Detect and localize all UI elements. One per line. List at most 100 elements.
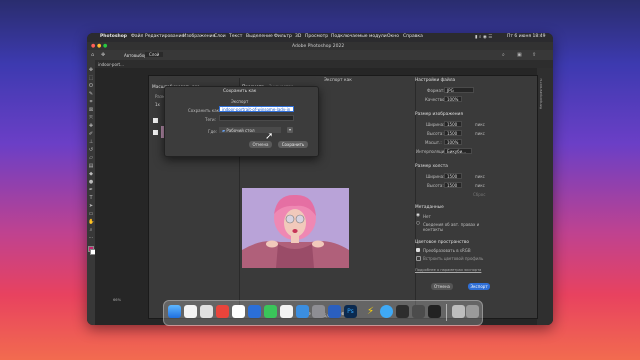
facetime-icon[interactable] [264,305,277,318]
canvas-height-input[interactable]: 1500 [444,182,462,188]
metadata-copyright-radio[interactable]: ○ [416,221,420,226]
safari-icon[interactable] [200,305,213,318]
canvas-reset-button[interactable]: Сброс [473,192,485,197]
menu-3d[interactable]: 3D [295,34,301,39]
embed-profile-checkbox[interactable] [416,256,421,261]
save-as-label: Сохранить как: [188,108,221,113]
close-window-icon[interactable]: ● [91,43,95,49]
more-tools-icon[interactable]: ⋯ [88,236,94,241]
image-height-input[interactable]: 1500 [444,130,462,136]
menu-filter[interactable]: Фильтр [274,34,292,39]
workspace-icon[interactable]: ▣ [517,52,522,58]
healing-icon[interactable]: ✚ [88,124,94,129]
canvas-width-label: Ширина: [426,174,445,179]
menu-bar: Photoshop Файл Редактирование Изображени… [87,33,553,42]
image-width-input[interactable]: 1500 [444,121,462,127]
status-icons: ▮ ⌕ ◉ ☰ [475,35,493,40]
scale-1x[interactable]: 1х [155,102,160,107]
screenshot-icon[interactable] [412,305,425,318]
bolt-icon[interactable]: ⚡ [364,305,377,318]
menu-help[interactable]: Справка [403,34,423,39]
minimize-window-icon[interactable]: ● [97,43,101,49]
quality-input[interactable]: 100% [444,96,462,102]
dodge-icon[interactable]: ● [88,180,94,185]
metadata-none-radio[interactable]: ◉ [416,213,420,218]
menu-layers[interactable]: Слои [214,34,226,39]
convert-srgb-checkbox[interactable] [416,248,420,252]
image-scale-input[interactable]: 100% [444,139,462,145]
home-icon[interactable]: ⌂ [91,52,94,58]
mac-window: Photoshop Файл Редактирование Изображени… [87,33,553,325]
quality-label: Качество: [425,97,446,102]
asset-checkbox[interactable] [153,118,158,123]
notes-icon[interactable] [328,305,341,318]
photos-icon[interactable] [232,305,245,318]
lasso-icon[interactable]: ʘ [88,84,94,89]
zoom-window-icon[interactable]: ● [103,43,107,49]
save-as-dialog: Сохранить как Экспорт Сохранить как: ind… [164,86,319,157]
activity-icon[interactable] [428,305,441,318]
menu-file[interactable]: Файл [131,34,143,39]
menu-edit[interactable]: Редактирование [145,34,184,39]
files-icon[interactable] [296,305,309,318]
move-icon[interactable]: ✥ [88,68,94,73]
type-icon[interactable]: T [88,196,94,201]
shape-icon[interactable]: ▭ [88,212,94,217]
image-width-unit: пикс [475,122,485,127]
menu-window[interactable]: Окно [387,34,399,39]
terminal-icon[interactable] [396,305,409,318]
menu-type[interactable]: Текст [229,34,242,39]
photoshop-app-icon[interactable]: Ps [344,305,357,318]
mail-icon[interactable] [248,305,261,318]
opacity-label: Непрозрачность: [539,78,543,110]
hand-icon[interactable]: ✋ [88,220,94,225]
share-icon[interactable]: ⇪ [532,52,536,58]
save-button[interactable]: Сохранить [278,141,308,148]
quick-select-icon[interactable]: ✎ [88,92,94,97]
move-tool-icon[interactable]: ✥ [101,52,105,58]
menu-view[interactable]: Просмотр [305,34,328,39]
filename-input[interactable]: indoor-portrait-of-winsome-lady-in [219,106,294,112]
menu-plugins[interactable]: Подключаемые модули [331,34,387,39]
format-select[interactable]: JPG [444,87,474,93]
asset-checkbox-2[interactable] [153,130,158,135]
interpolation-select[interactable]: Бикуби... [444,148,472,154]
canvas-width-input[interactable]: 1500 [444,173,462,179]
tags-input[interactable] [219,115,294,121]
trash-icon[interactable] [466,305,479,318]
zoom-tool-icon[interactable]: ⌕ [88,228,94,233]
history-brush-icon[interactable]: ↺ [88,148,94,153]
downloads-icon[interactable] [452,305,465,318]
brush-icon[interactable]: ✐ [88,132,94,137]
export-button[interactable]: Экспорт [468,283,490,290]
expand-chevron-icon[interactable]: ▾ [287,127,293,133]
marquee-icon[interactable]: ⬚ [88,76,94,81]
document-tab[interactable]: indoor-port... [98,62,124,67]
crop-icon[interactable]: ⌗ [88,100,94,105]
appstore-icon[interactable] [216,305,229,318]
learn-more-link[interactable]: Подробнее о параметрах экспорта [415,268,481,272]
finder-icon[interactable] [168,305,181,318]
save-cancel-button[interactable]: Отмена [249,141,272,148]
launchpad-icon[interactable] [184,305,197,318]
menu-photoshop[interactable]: Photoshop [100,34,127,39]
calendar-icon[interactable] [280,305,293,318]
path-select-icon[interactable]: ➤ [88,204,94,209]
layer-select[interactable]: Слой [145,52,164,57]
menu-image[interactable]: Изображение [183,34,215,39]
gradient-icon[interactable]: ▤ [88,164,94,169]
pen-icon[interactable]: ✒ [88,188,94,193]
stamp-icon[interactable]: ⊥ [88,140,94,145]
eraser-icon[interactable]: ▱ [88,156,94,161]
convert-srgb-label: Преобразовать в sRGB [423,248,471,253]
quicktime-icon[interactable] [380,305,393,318]
settings-icon[interactable] [312,305,325,318]
export-cancel-button[interactable]: Отмена [431,283,453,290]
color-space-header: Цветовое пространство [415,240,470,245]
frame-icon[interactable]: ⊠ [88,108,94,113]
menu-select[interactable]: Выделение [246,34,273,39]
blur-icon[interactable]: ◆ [88,172,94,177]
search-icon[interactable]: ⌕ [502,52,505,58]
preview-image [242,188,349,268]
eyedropper-icon[interactable]: ⤧ [88,116,94,121]
